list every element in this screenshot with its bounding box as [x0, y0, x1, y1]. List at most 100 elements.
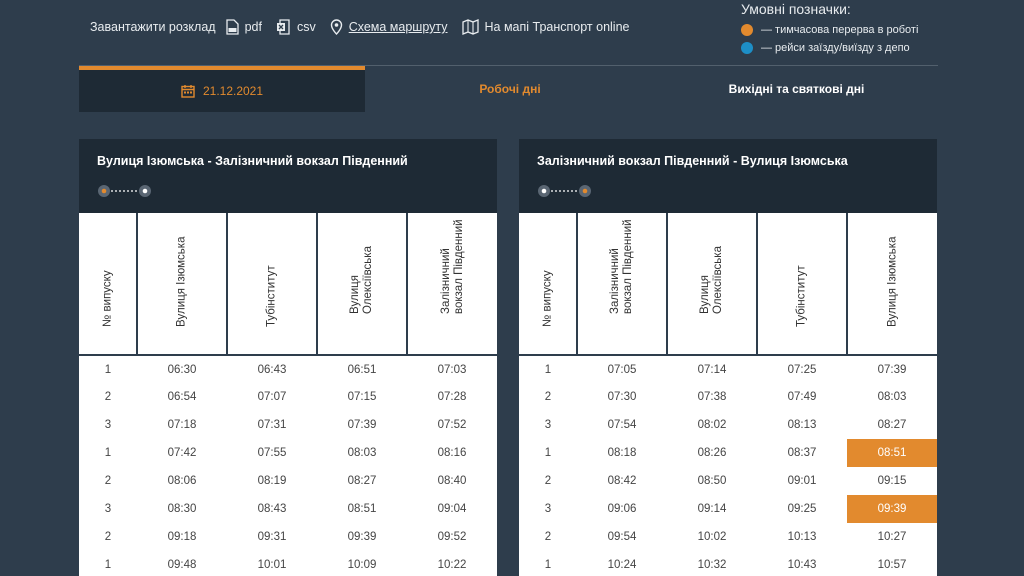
legend-item-label: — рейси заїзду/виїзду з депо: [761, 42, 910, 54]
time-cell: 07:31: [257, 419, 287, 431]
table-row: 2 08:06 08:19 08:27 08:40: [79, 467, 497, 495]
column-header: Вулиця Ізюмська: [846, 213, 937, 356]
time-cell: 07:03: [437, 363, 467, 376]
column-header-label: Вулиця Ізюмська: [886, 236, 898, 327]
time-cell: 07:15: [347, 391, 377, 403]
column-header-label: Вулиця Ізюмська: [175, 236, 188, 327]
time-cell: 09:06: [607, 503, 637, 515]
table-row: 3 07:54 08:02 08:13 08:27: [519, 411, 937, 439]
table-row: 3 07:18 07:31 07:39 07:52: [79, 411, 497, 439]
column-header-label: Залізничний вокзал Південний: [439, 219, 465, 314]
time-cell: 10:24: [607, 559, 637, 571]
time-cell: 08:43: [257, 503, 287, 515]
column-header-label: Тубінститут: [265, 265, 278, 327]
time-cell: 07:28: [437, 391, 467, 403]
table-row: 2 06:54 07:07 07:15 07:28: [79, 383, 497, 411]
column-header: Залізничний вокзал Південний: [576, 213, 667, 356]
release-number-cell: 3: [544, 503, 552, 515]
map-pin-icon: [330, 19, 343, 35]
release-number-cell: 2: [104, 391, 112, 403]
pdf-icon[interactable]: [225, 19, 239, 35]
time-cell: 07:52: [437, 419, 467, 431]
time-cell: 10:02: [697, 531, 727, 543]
time-cell: 08:37: [787, 447, 817, 459]
table-row: 1 09:48 10:01 10:09 10:22: [79, 551, 497, 576]
release-number-cell: 1: [544, 363, 552, 376]
time-cell: 08:51: [847, 439, 937, 467]
time-cell: 10:22: [437, 559, 467, 571]
release-number-cell: 3: [104, 419, 112, 431]
blue-dot-icon: [741, 42, 753, 54]
route-line-icon: [537, 184, 919, 203]
orange-dot-icon: [741, 24, 753, 36]
time-cell: 08:30: [167, 503, 197, 515]
download-label: Завантажити розклад: [90, 20, 216, 34]
map-icon: [461, 19, 479, 35]
time-cell: 10:43: [787, 559, 817, 571]
route-scheme-link[interactable]: Схема маршруту: [349, 20, 448, 34]
table-row: 1 07:42 07:55 08:03 08:16: [79, 439, 497, 467]
table-row: 3 09:06 09:14 09:25 09:39: [519, 495, 937, 523]
time-cell: 10:09: [347, 559, 377, 571]
time-cell: 07:07: [257, 391, 287, 403]
csv-icon[interactable]: [276, 19, 291, 35]
time-cell: 07:39: [347, 419, 377, 431]
csv-link[interactable]: csv: [297, 20, 316, 34]
time-cell: 08:50: [697, 475, 727, 487]
column-header: № випуску: [519, 213, 577, 356]
route-title: Вулиця Ізюмська - Залізничний вокзал Пів…: [97, 154, 408, 168]
time-cell: 08:02: [697, 419, 727, 431]
table-row: 2 07:30 07:38 07:49 08:03: [519, 383, 937, 411]
column-header: Тубінститут: [756, 213, 847, 356]
release-number-cell: 1: [544, 447, 552, 459]
time-cell: 09:25: [787, 503, 817, 515]
calendar-icon: [181, 85, 195, 98]
direction-header: Залізничний вокзал Південний - Вулиця Із…: [519, 139, 937, 213]
time-cell: 08:42: [607, 475, 637, 487]
release-number-cell: 2: [104, 475, 112, 487]
time-cell: 07:54: [607, 419, 637, 431]
time-cell: 07:49: [787, 391, 817, 403]
time-cell: 09:18: [167, 531, 197, 543]
release-number-cell: 1: [104, 447, 112, 459]
time-cell: 08:27: [347, 475, 377, 487]
table-row: 2 09:54 10:02 10:13 10:27: [519, 523, 937, 551]
transport-online-map-link[interactable]: На мапі Транспорт online: [485, 20, 630, 34]
time-cell: 06:51: [347, 363, 377, 376]
direction-header: Вулиця Ізюмська - Залізничний вокзал Пів…: [79, 139, 497, 213]
time-cell: 09:39: [847, 495, 937, 523]
schedule-tabs: 21.12.2021 Робочі дні Вихідні та святков…: [79, 66, 938, 112]
table-row: 1 07:05 07:14 07:25 07:39: [519, 355, 937, 383]
tab-workdays[interactable]: Робочі дні: [365, 66, 655, 112]
direction-card-return: Залізничний вокзал Південний - Вулиця Із…: [519, 139, 937, 576]
route-line-icon: [97, 184, 479, 203]
time-cell: 07:39: [877, 363, 907, 376]
time-cell: 09:01: [787, 475, 817, 487]
table-row: 1 06:30 06:43 06:51 07:03: [79, 355, 497, 383]
release-number-cell: 3: [104, 503, 112, 515]
time-cell: 09:04: [437, 503, 467, 515]
timetable: № випуску Залізничний вокзал Південний Вули…: [519, 213, 937, 576]
pdf-link[interactable]: pdf: [245, 20, 262, 34]
time-cell: 08:06: [167, 475, 197, 487]
time-cell: 09:15: [877, 475, 907, 487]
tab-weekends[interactable]: Вихідні та святкові дні: [655, 66, 938, 112]
legend-item-depot: — рейси заїзду/виїзду з депо: [741, 39, 918, 57]
column-header: Вулиця Олексіївська: [316, 213, 407, 356]
download-toolbar: Завантажити розклад pdf csv Схема маршру…: [90, 17, 643, 37]
time-cell: 10:13: [787, 531, 817, 543]
time-cell: 10:32: [697, 559, 727, 571]
tab-date[interactable]: 21.12.2021: [79, 66, 365, 112]
table-row: 3 08:30 08:43 08:51 09:04: [79, 495, 497, 523]
time-cell: 09:31: [257, 531, 287, 543]
time-cell: 07:38: [697, 391, 727, 403]
column-header: Вулиця Олексіївська: [666, 213, 757, 356]
column-header-label: Вулиця Олексіївська: [699, 246, 724, 314]
table-row: 1 08:18 08:26 08:37 08:51: [519, 439, 937, 467]
time-cell: 08:19: [257, 475, 287, 487]
table-row: 2 09:18 09:31 09:39 09:52: [79, 523, 497, 551]
timetable: № випуску Вулиця Ізюмська Тубінститут Вулиц…: [79, 213, 497, 576]
time-cell: 10:01: [257, 559, 287, 571]
time-cell: 08:16: [437, 447, 467, 459]
time-cell: 09:39: [347, 531, 377, 543]
